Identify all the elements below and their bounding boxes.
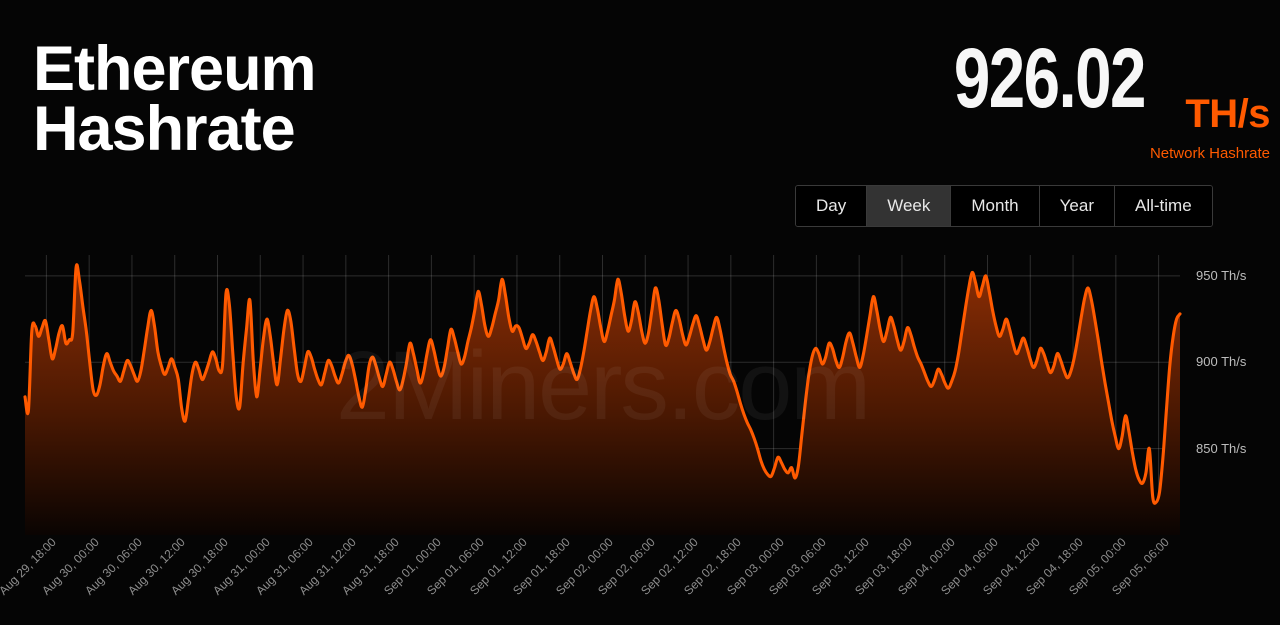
range-tab-bar[interactable]: Day Week Month Year All-time: [795, 185, 1213, 227]
hashrate-unit-caption: Network Hashrate: [1149, 145, 1270, 162]
y-axis-tick-label: 850 Th/s: [1196, 440, 1247, 456]
y-axis-tick-label: 900 Th/s: [1196, 354, 1247, 370]
y-axis-tick-label: 950 Th/s: [1196, 267, 1247, 283]
range-tab-day[interactable]: Day: [796, 186, 868, 226]
hashrate-readout: 926.02 TH/s Network Hashrate: [810, 31, 1280, 161]
range-tab-month[interactable]: Month: [951, 186, 1040, 226]
page-header: Ethereum Hashrate 926.02 TH/s Network Ha…: [0, 0, 1280, 250]
hashrate-chart: 2Miners.com 850 Th/s900 Th/s950 Th/s Aug…: [0, 250, 1280, 625]
hashrate-unit: TH/s: [1185, 92, 1270, 136]
range-tab-all-time[interactable]: All-time: [1115, 186, 1212, 226]
page-title: Ethereum Hashrate: [33, 34, 317, 164]
range-tab-year[interactable]: Year: [1039, 186, 1115, 226]
x-axis-labels: Aug 29, 18:00 Aug 30, 00:00 Aug 30, 06:00 A…: [0, 535, 1280, 625]
range-tab-week[interactable]: Week: [867, 186, 952, 226]
hashrate-value: 926.02: [953, 31, 1147, 125]
